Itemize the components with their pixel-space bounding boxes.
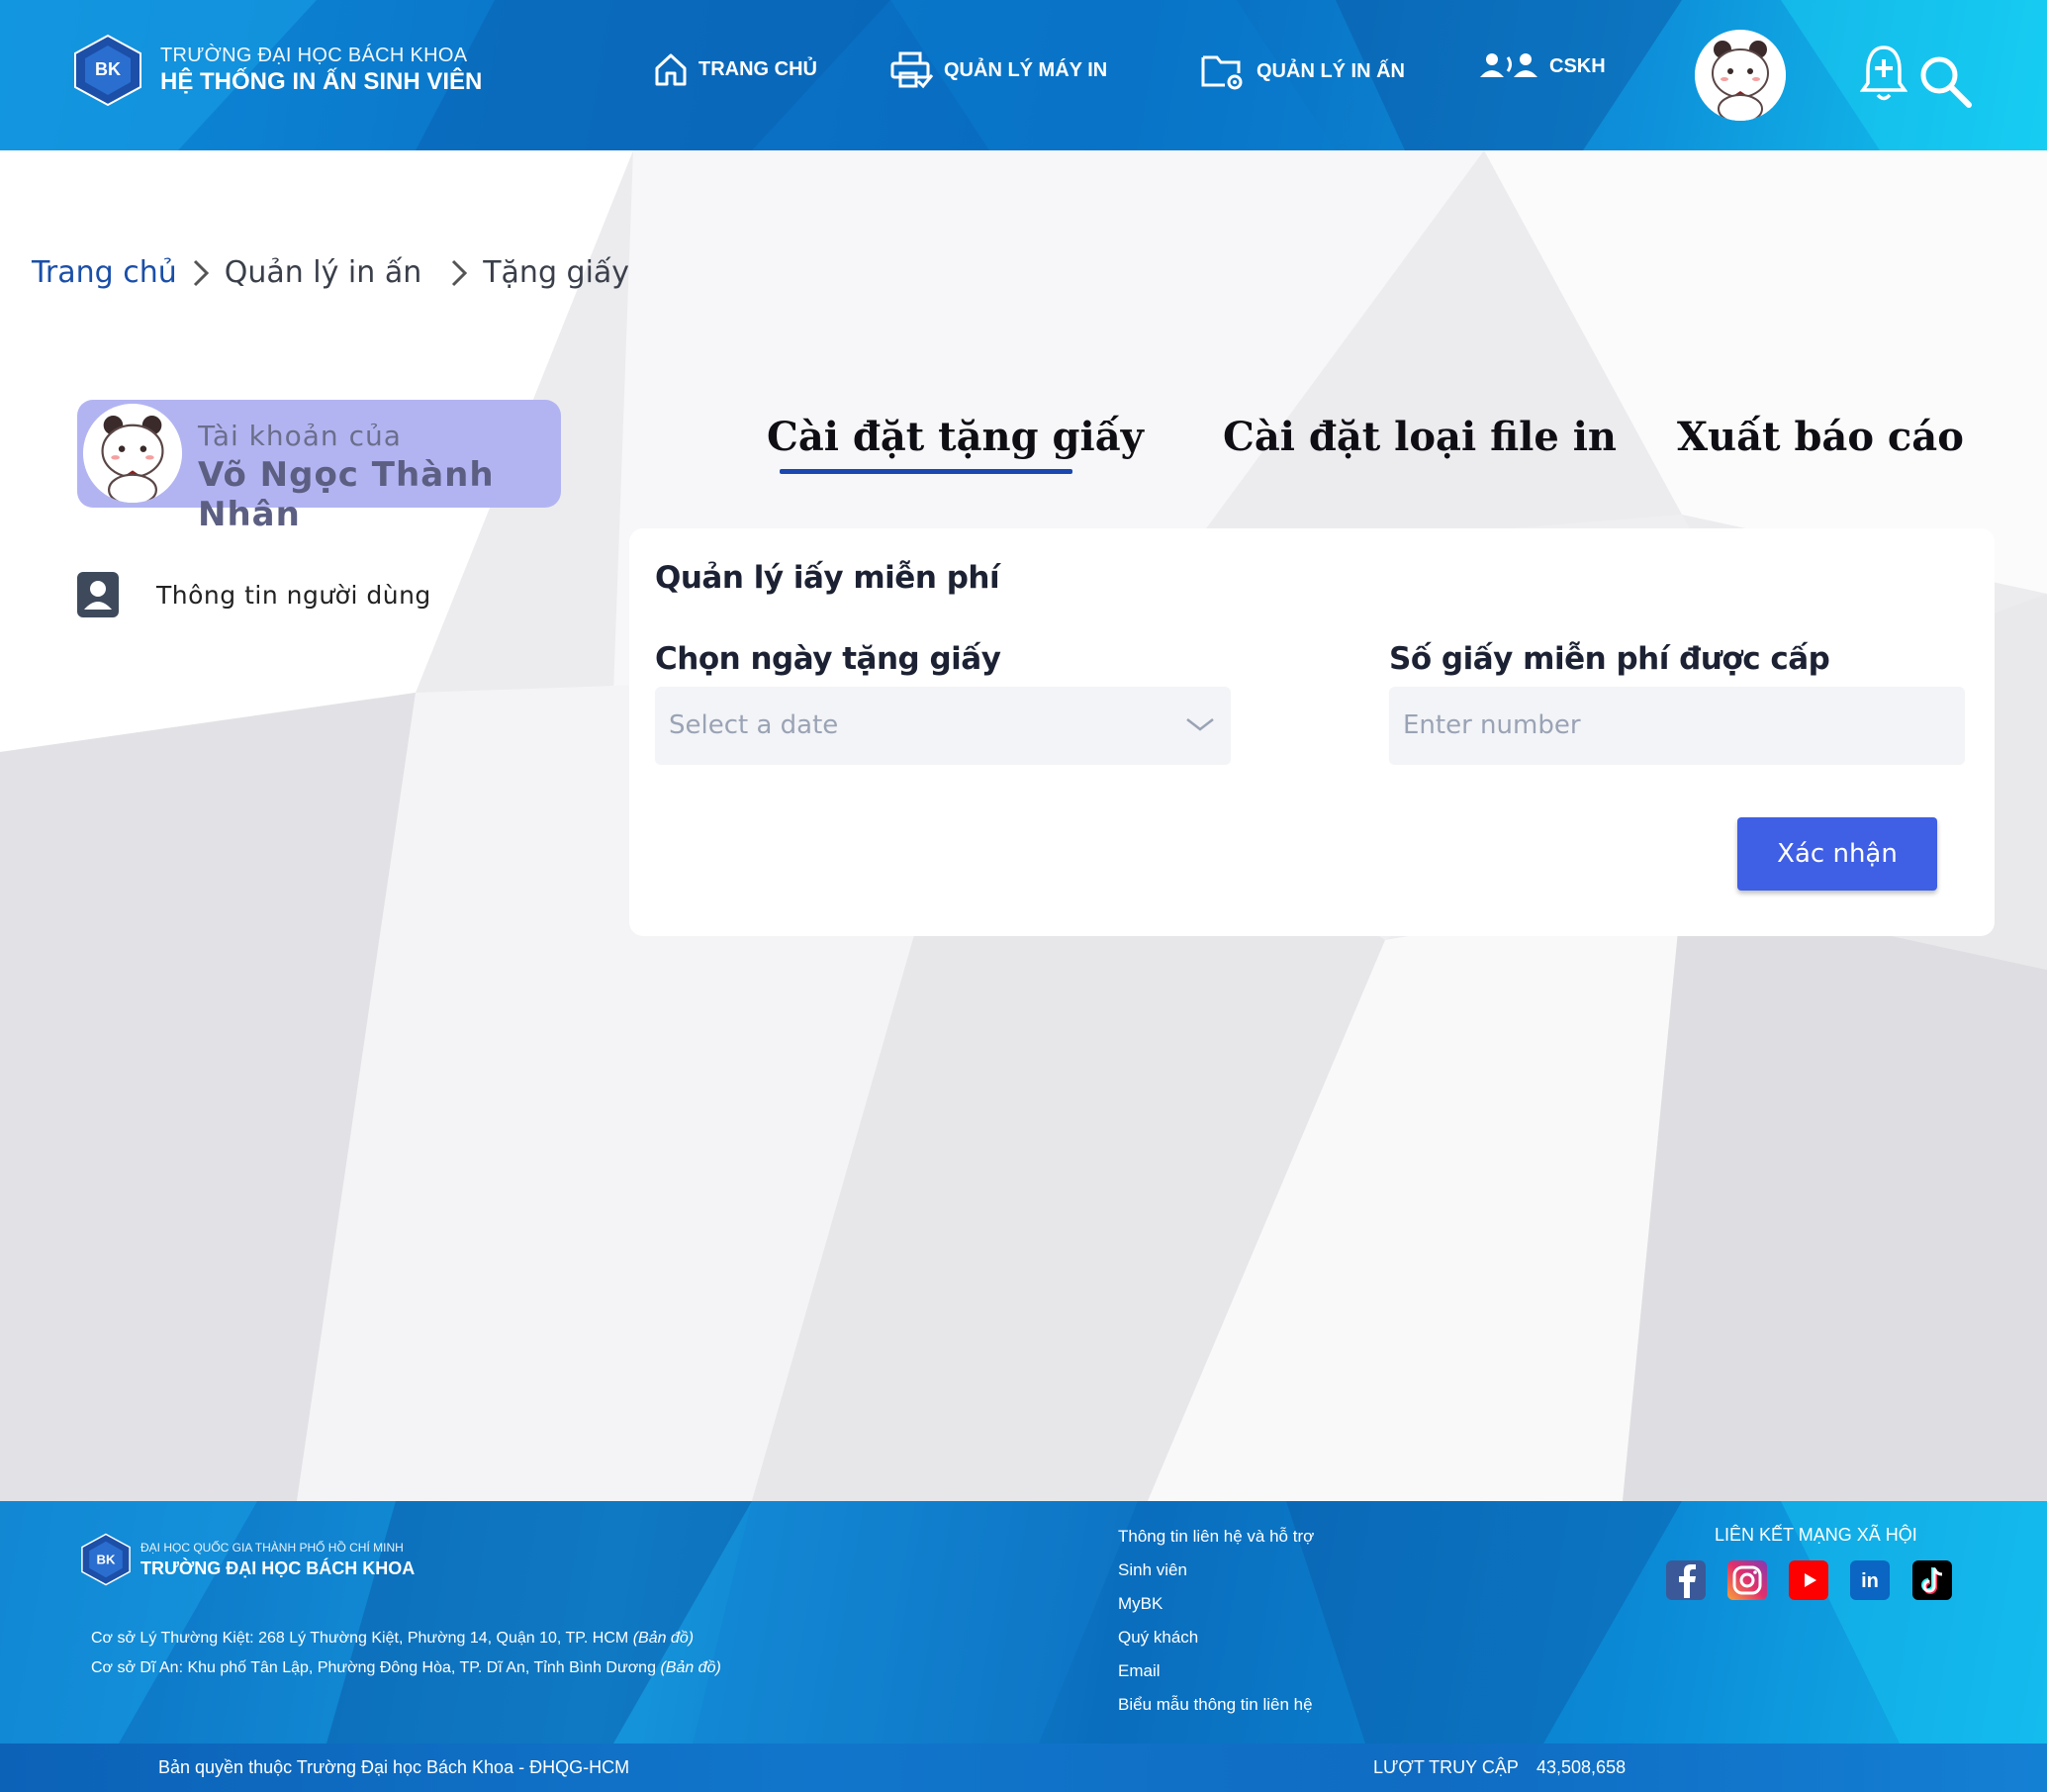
footer: BK ĐẠI HỌC QUỐC GIA THÀNH PHỐ HỒ CHÍ MIN… bbox=[0, 1501, 2047, 1744]
address-1-text: Cơ sở Lý Thường Kiệt: 268 Lý Thường Kiệt… bbox=[91, 1630, 629, 1647]
nav-printing[interactable]: QUẢN LÝ IN ẤN bbox=[1201, 51, 1405, 91]
search-icon[interactable] bbox=[1917, 53, 1973, 113]
nav-home-label: TRANG CHỦ bbox=[698, 57, 817, 80]
footer-link-students[interactable]: Sinh viên bbox=[1118, 1560, 1314, 1594]
breadcrumb-home[interactable]: Trang chủ bbox=[32, 255, 177, 290]
map-link[interactable]: (Bản đồ) bbox=[660, 1659, 720, 1676]
nav-home[interactable]: TRANG CHỦ bbox=[653, 51, 817, 87]
breadcrumb-printing[interactable]: Quản lý in ấn bbox=[225, 255, 421, 290]
chevron-right-icon bbox=[449, 257, 469, 289]
breadcrumb: Trang chủ Quản lý in ấn Tặng giấy bbox=[32, 255, 629, 290]
footer-links: Thông tin liên hệ và hỗ trợ Sinh viên My… bbox=[1118, 1527, 1314, 1729]
footer-address-1: Cơ sở Lý Thường Kiệt: 268 Lý Thường Kiệt… bbox=[91, 1630, 694, 1648]
nav-printers[interactable]: QUẢN LÝ MÁY IN bbox=[890, 51, 1107, 89]
brand-subtitle: TRƯỜNG ĐẠI HỌC BÁCH KHOA bbox=[160, 45, 468, 66]
printer-icon bbox=[890, 51, 934, 89]
number-placeholder: Enter number bbox=[1403, 710, 1581, 740]
footer-org-big: TRƯỜNG ĐẠI HỌC BÁCH KHOA bbox=[140, 1557, 416, 1578]
map-link[interactable]: (Bản đồ) bbox=[633, 1630, 694, 1647]
notification-bell-icon[interactable] bbox=[1859, 44, 1908, 107]
copyright-text: Bản quyền thuộc Trường Đại học Bách Khoa… bbox=[158, 1757, 630, 1777]
footer-link-email[interactable]: Email bbox=[1118, 1661, 1314, 1695]
account-name: Võ Ngọc Thành Nhân bbox=[198, 455, 495, 534]
account-card: Tài khoản của Võ Ngọc Thành Nhân bbox=[77, 400, 561, 534]
bk-logo: BK bbox=[81, 1533, 131, 1586]
nav-printing-label: QUẢN LÝ IN ẤN bbox=[1256, 59, 1405, 82]
facebook-icon[interactable] bbox=[1666, 1560, 1706, 1600]
footer-org-small: ĐẠI HỌC QUỐC GIA THÀNH PHỐ HỒ CHÍ MINH bbox=[140, 1540, 404, 1555]
top-header: BK TRƯỜNG ĐẠI HỌC BÁCH KHOA HỆ THỐNG IN … bbox=[0, 0, 2047, 150]
breadcrumb-current: Tặng giấy bbox=[483, 255, 630, 290]
tab-export-report[interactable]: Xuất báo cáo bbox=[1677, 414, 1964, 460]
form-title: Quản lý iấy miễn phí bbox=[655, 560, 1000, 596]
footer-link-guests[interactable]: Quý khách bbox=[1118, 1628, 1314, 1661]
footer-brand[interactable]: BK ĐẠI HỌC QUỐC GIA THÀNH PHỐ HỒ CHÍ MIN… bbox=[79, 1533, 415, 1586]
home-icon bbox=[655, 53, 687, 86]
tab-file-type-settings[interactable]: Cài đặt loại file in bbox=[1223, 414, 1617, 460]
nav-support-label: CSKH bbox=[1549, 54, 1606, 77]
bk-logo: BK bbox=[71, 34, 144, 107]
account-avatar bbox=[83, 404, 182, 503]
address-2-text: Cơ sở Dĩ An: Khu phố Tân Lập, Phường Đôn… bbox=[91, 1659, 656, 1676]
confirm-button[interactable]: Xác nhận bbox=[1737, 817, 1937, 891]
tab-paper-gift-settings[interactable]: Cài đặt tặng giấy bbox=[767, 414, 1144, 460]
date-picker[interactable]: Select a date bbox=[655, 687, 1231, 764]
linkedin-icon[interactable]: in bbox=[1850, 1560, 1890, 1600]
social-title: LIÊN KẾT MẠNG XÃ HỘI bbox=[1715, 1525, 1917, 1545]
chevron-down-icon bbox=[1185, 716, 1215, 736]
footer-link-contact[interactable]: Thông tin liên hệ và hỗ trợ bbox=[1118, 1527, 1314, 1560]
logo-text: BK bbox=[95, 59, 121, 79]
footer-link-mybk[interactable]: MyBK bbox=[1118, 1594, 1314, 1628]
tiktok-icon[interactable] bbox=[1912, 1560, 1952, 1600]
account-label: Tài khoản của bbox=[198, 420, 402, 452]
footer-bottom-bar: Bản quyền thuộc Trường Đại học Bách Khoa… bbox=[0, 1744, 2047, 1792]
free-paper-number-input[interactable]: Enter number bbox=[1389, 687, 1965, 764]
instagram-icon[interactable] bbox=[1727, 1560, 1767, 1600]
user-profile-icon bbox=[77, 572, 119, 617]
visits-value: 43,508,658 bbox=[1536, 1757, 1627, 1777]
svg-text:in: in bbox=[1861, 1570, 1879, 1592]
brand-title: HỆ THỐNG IN ẤN SINH VIÊN bbox=[160, 68, 483, 95]
youtube-icon[interactable] bbox=[1789, 1560, 1828, 1600]
date-placeholder: Select a date bbox=[669, 710, 839, 740]
support-users-icon bbox=[1480, 53, 1537, 77]
logo-text: BK bbox=[97, 1552, 116, 1566]
nav-support[interactable]: CSKH bbox=[1480, 51, 1606, 81]
date-label: Chọn ngày tặng giấy bbox=[655, 641, 1001, 677]
sidebar-item-user-info[interactable]: Thông tin người dùng bbox=[77, 572, 431, 617]
folder-settings-icon bbox=[1201, 55, 1243, 90]
user-avatar[interactable] bbox=[1695, 30, 1786, 121]
chevron-right-icon bbox=[191, 257, 211, 289]
active-tab-indicator bbox=[780, 469, 1072, 474]
nav-printers-label: QUẢN LÝ MÁY IN bbox=[944, 58, 1108, 81]
sidebar-item-label: Thông tin người dùng bbox=[156, 580, 431, 610]
footer-address-2: Cơ sở Dĩ An: Khu phố Tân Lập, Phường Đôn… bbox=[91, 1659, 721, 1677]
brand[interactable]: BK TRƯỜNG ĐẠI HỌC BÁCH KHOA HỆ THỐNG IN … bbox=[71, 34, 482, 107]
number-label: Số giấy miễn phí được cấp bbox=[1389, 641, 1830, 677]
visits-label: LƯỢT TRUY CẬP bbox=[1373, 1757, 1519, 1777]
footer-link-form[interactable]: Biểu mẫu thông tin liên hệ bbox=[1118, 1695, 1314, 1729]
